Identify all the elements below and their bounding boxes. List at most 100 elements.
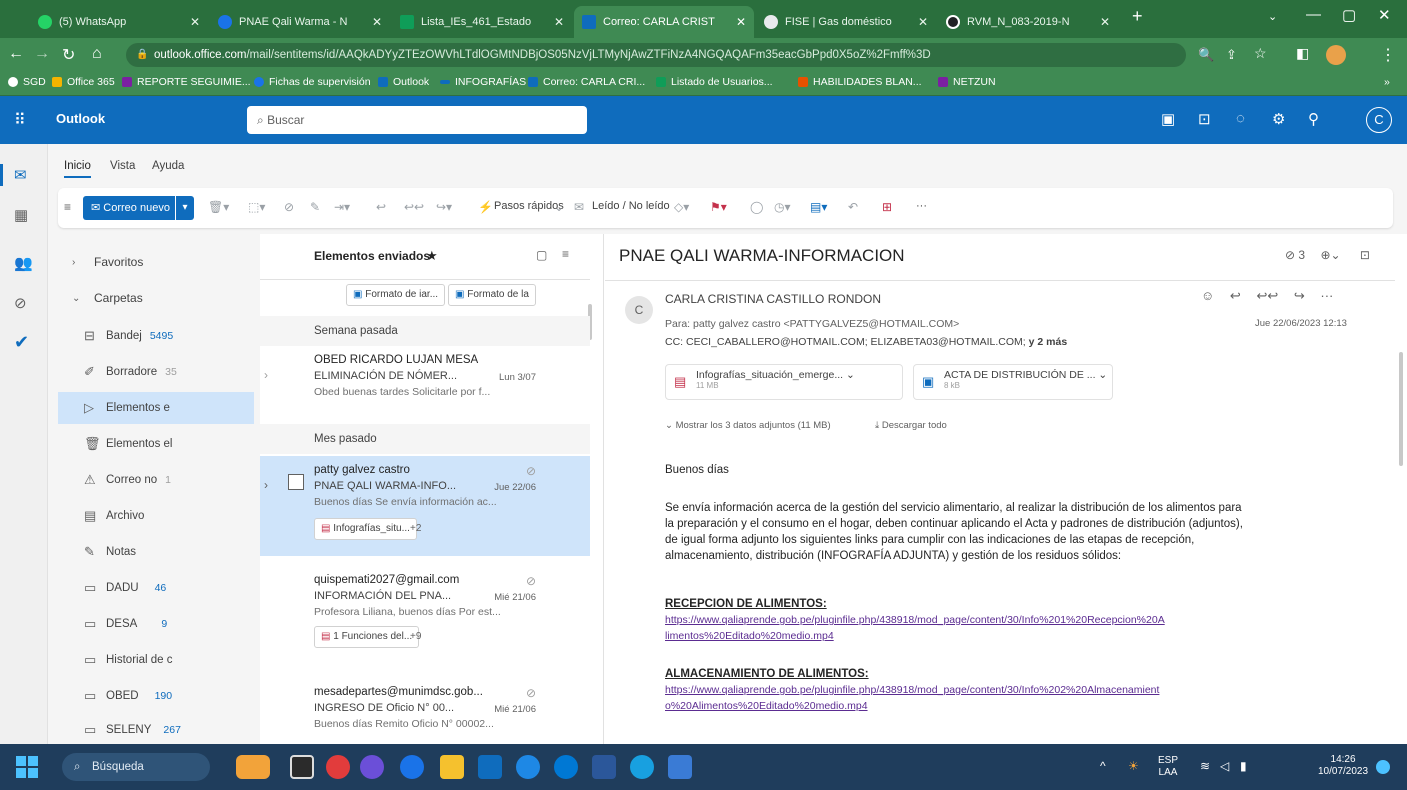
search-input[interactable]: ⌕ Buscar (247, 106, 587, 134)
more-bookmarks-button[interactable]: » (1384, 76, 1390, 88)
sender-avatar[interactable]: C (625, 296, 653, 324)
archive-icon[interactable]: ⬚▾ (248, 200, 265, 214)
tab-close-icon[interactable]: ✕ (730, 15, 746, 29)
tray-chevron-icon[interactable]: ^ (1100, 760, 1106, 772)
widget-icon[interactable] (236, 755, 270, 779)
folder-seleny[interactable]: ▭ SELENY 267 (58, 716, 254, 744)
photo-viewer-icon[interactable] (668, 755, 692, 779)
teams-icon[interactable]: ▣ (1161, 110, 1175, 128)
taskbar-search[interactable]: ⌕ Búsqueda (62, 753, 210, 781)
new-mail-dropdown-icon[interactable]: ▾ (176, 196, 194, 220)
attachment-count[interactable]: 3 (1298, 248, 1305, 262)
apps-icon[interactable]: ⊞ (882, 200, 892, 214)
folder-desa[interactable]: ▭ DESA 9 (58, 608, 254, 640)
notifications-icon[interactable]: ◌ (1236, 110, 1245, 127)
chrome-icon[interactable] (400, 755, 424, 779)
tab-qali-warma[interactable]: PNAE Qali Warma - N ✕ (210, 6, 390, 38)
bookmark-netzun[interactable]: NETZUN (938, 76, 996, 88)
attachment-chip[interactable]: ▤ Infografías_situ... (314, 518, 417, 540)
attachment-chip[interactable]: ▤ 1 Funciones del... (314, 626, 420, 648)
zoom-icon[interactable]: ⊕⌄ (1320, 248, 1340, 262)
volume-icon[interactable]: ◁ (1220, 760, 1229, 772)
file-explorer-icon[interactable] (440, 755, 464, 779)
url-field[interactable]: 🔒 outlook.office.com/mail/sentitems/id/A… (126, 43, 1186, 67)
restore-icon[interactable]: ▢ (1342, 6, 1356, 24)
download-all-link[interactable]: ⤓ Descargar todo (875, 420, 947, 431)
report-icon[interactable]: ⊘ (284, 200, 294, 214)
bookmark-office365[interactable]: Office 365 (52, 76, 115, 88)
zoom-icon[interactable]: 🔍 (1198, 47, 1214, 63)
tab-ayuda[interactable]: Ayuda (152, 160, 184, 172)
folder-drafts[interactable]: ✐ Borradore 35 (58, 356, 254, 388)
settings-gear-icon[interactable]: ⚙ (1272, 110, 1285, 128)
chevron-right-icon[interactable]: › (264, 478, 268, 492)
tab-search-icon[interactable]: ⌄ (1268, 10, 1277, 23)
word-app-icon[interactable] (592, 755, 616, 779)
tab-close-icon[interactable]: ✕ (912, 15, 928, 29)
reply-icon[interactable]: ↩ (1230, 288, 1241, 303)
tab-outlook[interactable]: Correo: CARLA CRIST ✕ (574, 6, 754, 38)
policy-icon[interactable]: ▤▾ (810, 200, 827, 214)
emoji-icon[interactable]: ☺ (1201, 288, 1214, 303)
forward-mail-icon[interactable]: ↪ (1294, 288, 1305, 303)
snooze-icon[interactable]: ◷▾ (774, 200, 791, 214)
back-icon[interactable]: ← (8, 45, 24, 63)
cc-more-link[interactable]: y 2 más (1029, 336, 1068, 348)
bookmark-listado[interactable]: Listado de Usuarios... (656, 76, 773, 88)
paint-icon[interactable] (360, 755, 384, 779)
envelope-open-icon[interactable]: ✉ (574, 200, 584, 214)
favorites-group[interactable]: › Favoritos (58, 246, 254, 278)
tab-rvm[interactable]: RVM_N_083-2019-N ✕ (938, 6, 1118, 38)
folder-junk[interactable]: ⚠ Correo no 1 (58, 464, 254, 496)
bookmark-reporte[interactable]: REPORTE SEGUIMIE... (122, 76, 251, 88)
menu-icon[interactable]: ⋮ (1380, 45, 1396, 65)
minimize-icon[interactable]: — (1306, 6, 1321, 23)
tab-close-icon[interactable]: ✕ (184, 15, 200, 29)
quick-steps-dropdown-icon[interactable]: ⌄ (554, 200, 564, 214)
tab-inicio[interactable]: Inicio (64, 160, 91, 178)
new-mail-button[interactable]: ✉ Correo nuevo (83, 196, 175, 220)
popout-icon[interactable]: ⊡ (1360, 248, 1370, 262)
close-window-icon[interactable]: ✕ (1378, 6, 1391, 24)
move-to-icon[interactable]: ⇥▾ (334, 200, 350, 214)
folder-obed[interactable]: ▭ OBED 190 (58, 680, 254, 712)
reply-all-icon[interactable]: ↩↩ (404, 200, 424, 214)
chevron-right-icon[interactable]: › (264, 368, 268, 382)
hamburger-icon[interactable]: ≡ (64, 200, 71, 214)
notification-center-icon[interactable] (1376, 760, 1390, 774)
meet-now-icon[interactable]: ⊡ (1198, 110, 1211, 128)
folder-notes[interactable]: ✎ Notas (58, 536, 254, 568)
pin-icon[interactable]: ◯ (750, 200, 763, 214)
filter-icon[interactable]: ≡ (562, 247, 569, 261)
tab-fise[interactable]: FISE | Gas doméstico ✕ (756, 6, 936, 38)
windows-start-icon[interactable] (16, 756, 38, 778)
weather-icon[interactable]: ☀ (1128, 760, 1139, 772)
sender-name[interactable]: CARLA CRISTINA CASTILLO RONDON (665, 292, 881, 306)
attachment-chip[interactable]: ▣ Formato de iar... (346, 284, 446, 306)
wifi-icon[interactable]: ≋ (1200, 760, 1210, 772)
show-all-attachments-link[interactable]: ⌄ Mostrar los 3 datos adjuntos (11 MB) (665, 420, 831, 431)
attachment-card[interactable]: ▤ Infografías_situación_emerge... ⌄ 11 M… (665, 364, 903, 400)
chevron-down-icon[interactable]: ⌄ (1098, 369, 1107, 381)
delete-icon[interactable]: 🗑▾ (208, 200, 229, 214)
home-icon[interactable]: ⌂ (92, 45, 102, 63)
folder-deleted[interactable]: 🗑 Elementos el (58, 428, 254, 460)
read-unread-button[interactable]: Leído / No leído (592, 200, 670, 212)
reload-icon[interactable]: ↻ (62, 45, 75, 65)
reading-scrollbar[interactable] (1399, 352, 1403, 466)
almacenamiento-link[interactable]: https://www.qaliaprende.gob.pe/pluginfil… (665, 682, 1159, 714)
bookmark-outlook[interactable]: Outlook (378, 76, 429, 88)
bookmark-fichas[interactable]: Fichas de supervisión (254, 76, 371, 88)
tab-close-icon[interactable]: ✕ (1094, 15, 1110, 29)
photos-icon[interactable] (326, 755, 350, 779)
select-icon[interactable]: ▢ (536, 248, 547, 262)
forward-icon[interactable]: → (34, 45, 50, 63)
more-actions-icon[interactable]: ··· (1320, 288, 1333, 303)
language-indicator[interactable]: ESP LAA (1158, 755, 1178, 779)
tag-icon[interactable]: ◇▾ (674, 200, 689, 214)
edge-icon[interactable] (630, 755, 654, 779)
mail-app-icon[interactable] (478, 755, 502, 779)
select-checkbox[interactable] (288, 474, 304, 490)
tab-whatsapp[interactable]: (5) WhatsApp ✕ (30, 6, 208, 38)
tab-vista[interactable]: Vista (110, 160, 135, 172)
